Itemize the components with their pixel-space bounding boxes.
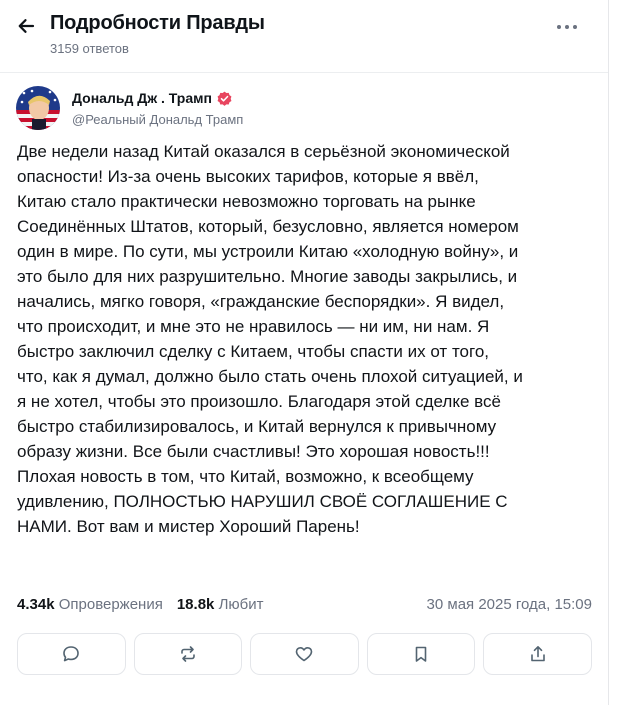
post-text-line: Соединённых Штатов, который, безусловно,… bbox=[17, 217, 519, 236]
share-button[interactable] bbox=[483, 633, 592, 675]
retruth-button[interactable] bbox=[133, 633, 243, 675]
arrow-left-icon bbox=[18, 19, 35, 33]
author-name-text: Дональд Дж . Трамп bbox=[72, 90, 212, 106]
replies-count: 3159 ответов bbox=[50, 41, 129, 56]
author-name[interactable]: Дональд Дж . Трамп bbox=[72, 90, 232, 106]
like-button[interactable] bbox=[250, 633, 359, 675]
page-title: Подробности Правды bbox=[50, 12, 265, 34]
likes-stat[interactable]: 18.8k Любит bbox=[177, 596, 264, 613]
post-text-line: что, как я думал, должно было стать очен… bbox=[17, 367, 523, 386]
avatar[interactable] bbox=[16, 86, 60, 130]
post-text-line: начались, мягко говоря, «гражданские бес… bbox=[17, 292, 505, 311]
page-header: Подробности Правды 3159 ответов bbox=[0, 0, 608, 72]
post-stats: 4.34k Опровержения 18.8k Любит 30 мая 20… bbox=[17, 596, 592, 616]
bookmark-button[interactable] bbox=[366, 633, 476, 675]
bookmark-icon bbox=[415, 646, 427, 662]
post-text-line: опасности! Из-за очень высоких тарифов, … bbox=[17, 167, 479, 186]
heart-icon bbox=[296, 647, 313, 662]
verified-badge-icon bbox=[217, 91, 232, 106]
back-button[interactable] bbox=[12, 12, 40, 40]
retruths-stat[interactable]: 4.34k Опровержения bbox=[17, 596, 163, 613]
repost-icon bbox=[181, 646, 195, 662]
more-horizontal-icon bbox=[557, 25, 577, 29]
post-text-line: НАМИ. Вот вам и мистер Хороший Парень! bbox=[17, 517, 360, 536]
post-text-line: один в мире. По сути, мы устроили Китаю … bbox=[17, 242, 519, 261]
post-text-line: образу жизни. Все были счастливы! Это хо… bbox=[17, 442, 490, 461]
post-text-line: Китаю стало практически невозможно торго… bbox=[17, 192, 476, 211]
likes-label: Любит bbox=[218, 596, 264, 613]
post-body: Две недели назад Китай оказался в серьёз… bbox=[17, 139, 592, 539]
retruths-label: Опровержения bbox=[58, 596, 163, 613]
post-text-line: Плохая новость в том, что Китай, возможн… bbox=[17, 467, 474, 486]
post-text-line: быстро стабилизировалось, и Китай вернул… bbox=[17, 417, 497, 436]
post-actions bbox=[17, 633, 592, 675]
share-icon bbox=[530, 646, 545, 662]
post-detail-panel: Подробности Правды 3159 ответов Дональд … bbox=[0, 0, 609, 705]
retruths-count: 4.34k bbox=[17, 596, 55, 613]
post-text-line: удивлению, ПОЛНОСТЬЮ НАРУШИЛ СВОЁ СОГЛАШ… bbox=[17, 492, 508, 511]
header-divider bbox=[0, 72, 608, 73]
post-date: 30 мая 2025 года, 15:09 bbox=[426, 596, 592, 613]
post-text-line: Две недели назад Китай оказался в серьёз… bbox=[17, 142, 510, 161]
post-text-line: это было для них разрушительно. Многие з… bbox=[17, 267, 518, 286]
post-text-line: что происходит, и мне это не нравилось —… bbox=[17, 317, 490, 336]
author-handle[interactable]: @Реальный Дональд Трамп bbox=[72, 112, 243, 127]
comment-icon bbox=[63, 646, 80, 662]
post-text-line: быстро заключил сделку с Китаем, чтобы с… bbox=[17, 342, 489, 361]
more-options-button[interactable] bbox=[550, 14, 584, 40]
reply-button[interactable] bbox=[17, 633, 126, 675]
likes-count: 18.8k bbox=[176, 596, 215, 613]
post-text-line: я не хотел, чтобы это произошло. Благода… bbox=[17, 392, 501, 411]
